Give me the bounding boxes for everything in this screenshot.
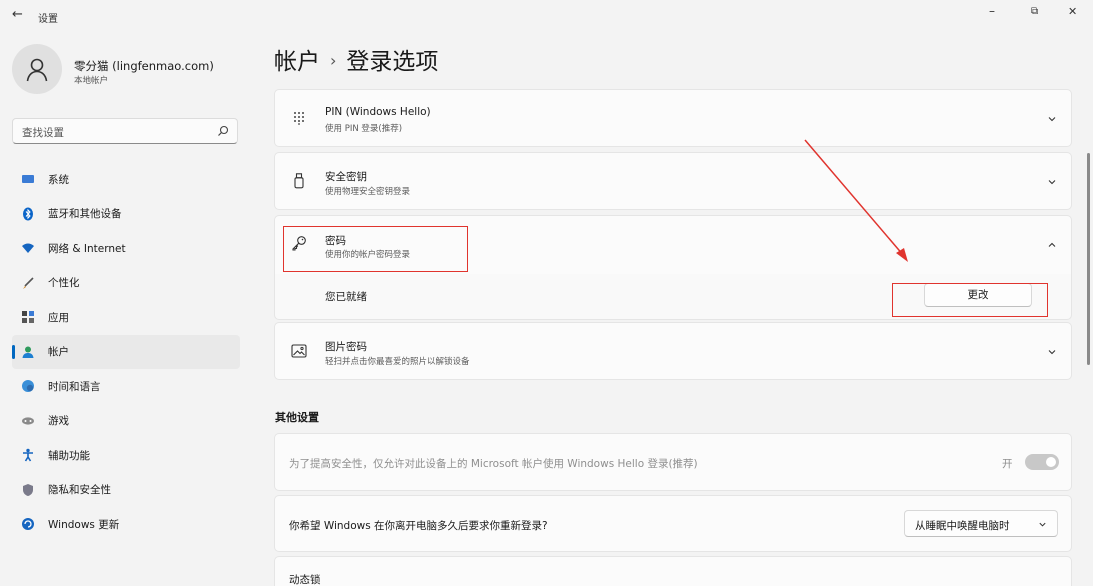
picture-password-subtitle: 轻扫并点击你最喜爱的照片以解锁设备 (325, 357, 470, 367)
sidebar-item-label: 隐私和安全性 (48, 484, 111, 497)
maximize-button[interactable]: ⧉ (1031, 6, 1038, 17)
bluetooth-icon (21, 207, 35, 221)
sidebar-item-label: 系统 (48, 173, 69, 186)
sidebar-item-label: 网络 & Internet (48, 242, 126, 255)
page-title: 登录选项 (346, 49, 439, 75)
password-expanded-row: 您已就绪 更改 (274, 274, 1072, 320)
sidebar-item-label: 蓝牙和其他设备 (48, 208, 122, 221)
sidebar-item-privacy[interactable]: 隐私和安全性 (12, 473, 240, 508)
toggle-state-label: 开 (1002, 458, 1013, 470)
sidebar-item-label: 辅助功能 (48, 449, 90, 462)
person-icon (26, 58, 48, 82)
sidebar-item-gaming[interactable]: 游戏 (12, 404, 240, 439)
pin-subtitle: 使用 PIN 登录(推荐) (325, 124, 403, 134)
apps-icon (21, 310, 35, 324)
usb-key-icon (291, 173, 307, 189)
brush-icon (21, 276, 35, 290)
hello-only-setting-card: 为了提高安全性，仅允许对此设备上的 Microsoft 帐户使用 Windows… (274, 433, 1072, 491)
search-input[interactable]: 查找设置 (12, 118, 238, 144)
picture-password-title: 图片密码 (325, 341, 367, 353)
profile-name: 零分猫 (lingfenmao.com) (74, 59, 214, 73)
password-option-card[interactable]: 密码 使用你的帐户密码登录 (274, 215, 1072, 275)
hello-only-text: 为了提高安全性，仅允许对此设备上的 Microsoft 帐户使用 Windows… (289, 458, 698, 470)
relogin-dropdown[interactable]: 从睡眠中唤醒电脑时 (904, 510, 1058, 537)
password-title: 密码 (325, 235, 346, 247)
sidebar-item-label: 时间和语言 (48, 380, 101, 393)
avatar (12, 44, 62, 94)
pin-title: PIN (Windows Hello) (325, 106, 431, 118)
scrollbar-thumb[interactable] (1087, 153, 1090, 365)
breadcrumb-separator: › (330, 51, 337, 70)
minimize-button[interactable]: – (989, 4, 995, 18)
sidebar-item-label: 帐户 (48, 346, 69, 359)
gamepad-icon (21, 414, 35, 428)
shield-icon (21, 483, 35, 497)
sidebar-item-personalization[interactable]: 个性化 (12, 266, 240, 301)
relogin-question: 你希望 Windows 在你离开电脑多久后要求你重新登录? (289, 520, 548, 532)
sidebar-item-label: Windows 更新 (48, 518, 120, 531)
wifi-icon (21, 241, 35, 255)
password-status: 您已就绪 (325, 291, 367, 303)
security-key-title: 安全密钥 (325, 171, 367, 183)
active-indicator (12, 344, 15, 359)
breadcrumb: 帐户 › 登录选项 (274, 42, 438, 76)
sidebar-item-system[interactable]: 系统 (12, 162, 240, 197)
window-title: 设置 (38, 14, 58, 25)
breadcrumb-parent[interactable]: 帐户 (274, 49, 320, 75)
profile-account-type: 本地帐户 (74, 76, 109, 86)
accessibility-icon (21, 448, 35, 462)
relogin-setting-card: 你希望 Windows 在你离开电脑多久后要求你重新登录? 从睡眠中唤醒电脑时 (274, 495, 1072, 552)
chevron-up-icon[interactable] (1047, 240, 1057, 250)
sidebar-item-accounts[interactable]: 帐户 (12, 334, 240, 369)
sidebar-item-network[interactable]: 网络 & Internet (12, 231, 240, 266)
sidebar-item-accessibility[interactable]: 辅助功能 (12, 438, 240, 473)
chevron-down-icon[interactable] (1047, 347, 1057, 357)
chevron-down-icon[interactable] (1047, 177, 1057, 187)
title-bar: ← 设置 – ⧉ ✕ (0, 0, 1093, 32)
sidebar-item-time-language[interactable]: 时间和语言 (12, 369, 240, 404)
chevron-down-icon[interactable] (1047, 114, 1057, 124)
picture-password-option-card[interactable]: 图片密码 轻扫并点击你最喜爱的照片以解锁设备 (274, 322, 1072, 380)
sidebar-item-label: 个性化 (48, 277, 80, 290)
sidebar-item-windows-update[interactable]: Windows 更新 (12, 507, 240, 542)
monitor-icon (21, 172, 35, 186)
dynamic-lock-title: 动态锁 (289, 574, 321, 586)
update-icon (21, 517, 35, 531)
keypad-icon (291, 110, 307, 126)
globe-clock-icon (21, 379, 35, 393)
change-password-button[interactable]: 更改 (924, 283, 1032, 307)
back-button[interactable]: ← (12, 7, 23, 22)
search-placeholder: 查找设置 (22, 127, 64, 139)
picture-icon (291, 343, 307, 359)
close-button[interactable]: ✕ (1068, 5, 1077, 18)
key-icon (291, 235, 307, 251)
pin-option-card[interactable]: PIN (Windows Hello) 使用 PIN 登录(推荐) (274, 89, 1072, 147)
security-key-subtitle: 使用物理安全密钥登录 (325, 187, 411, 197)
hello-only-toggle[interactable] (1025, 454, 1059, 470)
other-settings-heading: 其他设置 (275, 411, 319, 424)
search-icon (218, 125, 229, 136)
sidebar-item-bluetooth[interactable]: 蓝牙和其他设备 (12, 197, 240, 232)
relogin-selected-value: 从睡眠中唤醒电脑时 (915, 520, 1010, 532)
sidebar-item-apps[interactable]: 应用 (12, 300, 240, 335)
password-subtitle: 使用你的帐户密码登录 (325, 250, 411, 260)
sidebar-item-label: 应用 (48, 311, 69, 324)
dynamic-lock-card[interactable]: 动态锁 (274, 556, 1072, 586)
chevron-down-icon (1039, 522, 1046, 527)
sidebar-item-label: 游戏 (48, 415, 69, 428)
sidebar-nav: 系统 蓝牙和其他设备 网络 & Internet 个性化 应用 帐户 时间和语言… (12, 162, 240, 542)
toggle-knob (1046, 457, 1056, 467)
account-icon (21, 345, 35, 359)
security-key-option-card[interactable]: 安全密钥 使用物理安全密钥登录 (274, 152, 1072, 210)
